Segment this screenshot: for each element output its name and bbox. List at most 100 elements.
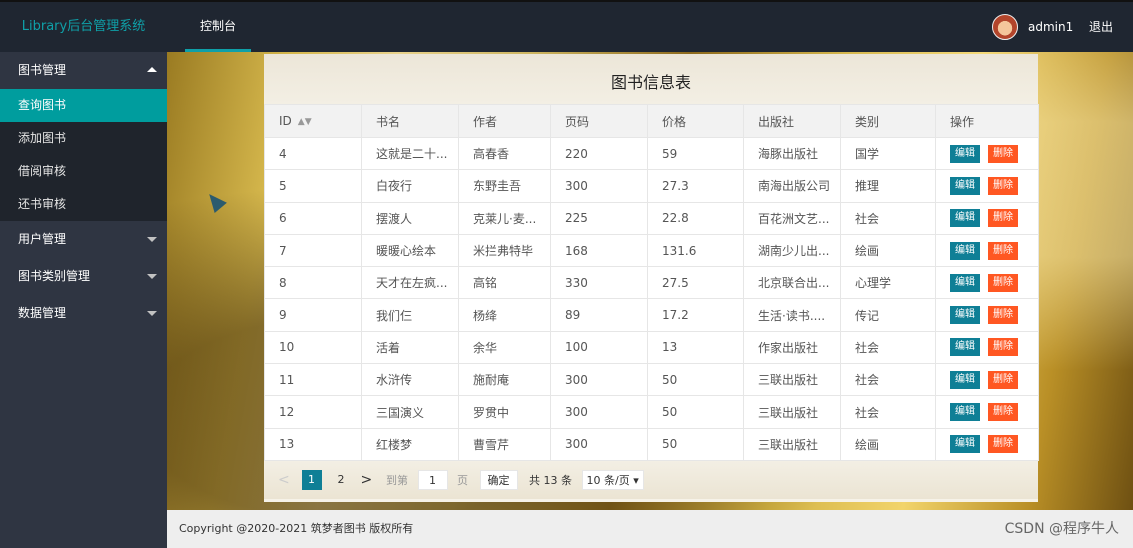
sidebar-group-category-management[interactable]: 图书类别管理 <box>0 258 167 295</box>
edit-button[interactable]: 编辑 <box>950 273 980 292</box>
delete-button[interactable]: 删除 <box>988 370 1018 389</box>
cell-actions: 编辑 删除 <box>935 169 1039 203</box>
column-header-title: 书名 <box>361 104 459 138</box>
delete-button[interactable]: 删除 <box>988 403 1018 422</box>
delete-button[interactable]: 删除 <box>988 209 1018 228</box>
edit-button[interactable]: 编辑 <box>950 306 980 325</box>
column-header-category: 类别 <box>840 104 936 138</box>
cell-title: 天才在左疯... <box>361 266 459 300</box>
book-table: ID ▲▼ 书名 作者 页码 价格 出版社 类别 操作 4 这就是二十... 高春香 2… <box>264 104 1039 461</box>
page-button-1[interactable]: 1 <box>301 469 322 490</box>
username[interactable]: admin1 <box>1028 2 1073 52</box>
table-title: 图书信息表 <box>264 54 1038 104</box>
cell-actions: 编辑 删除 <box>935 363 1039 397</box>
cell-actions: 编辑 删除 <box>935 136 1039 171</box>
cell-title: 白夜行 <box>361 169 459 203</box>
cell-title: 摆渡人 <box>361 201 459 235</box>
sidebar-group-data-management[interactable]: 数据管理 <box>0 295 167 332</box>
table-body: 4 这就是二十... 高春香 220 59 海豚出版社 国学 编辑 删除 5 白夜行 东野圭吾 300 2… <box>264 136 1039 461</box>
cell-author: 施耐庵 <box>458 363 551 397</box>
top-header: Library后台管理系统 控制台 admin1 退出 <box>0 0 1133 52</box>
sidebar-item-return-review[interactable]: 还书审核 <box>0 188 167 221</box>
cell-category: 传记 <box>840 298 936 332</box>
nav-dashboard[interactable]: 控制台 <box>185 2 252 52</box>
sidebar-item-query-books[interactable]: 查询图书 <box>0 89 167 122</box>
edit-button[interactable]: 编辑 <box>950 241 980 260</box>
delete-button[interactable]: 删除 <box>988 144 1018 163</box>
cell-author: 高春香 <box>458 136 551 171</box>
sidebar-item-borrow-review[interactable]: 借阅审核 <box>0 155 167 188</box>
edit-button[interactable]: 编辑 <box>950 403 980 422</box>
sidebar-group-label: 图书类别管理 <box>18 269 91 283</box>
table-row: 9 我们仨 杨绛 89 17.2 生活·读书.... 传记 编辑 删除 <box>264 298 1039 332</box>
table-row: 7 暖暖心绘本 米拦弗特毕 168 131.6 湖南少儿出... 绘画 编辑 删除 <box>264 233 1039 268</box>
edit-button[interactable]: 编辑 <box>950 338 980 357</box>
cell-actions: 编辑 删除 <box>935 266 1039 300</box>
edit-button[interactable]: 编辑 <box>950 176 980 195</box>
delete-button[interactable]: 删除 <box>988 273 1018 292</box>
sort-icon[interactable]: ▲▼ <box>298 117 312 127</box>
edit-button[interactable]: 编辑 <box>950 435 980 454</box>
next-page-button[interactable]: > <box>361 472 383 488</box>
cell-category: 社会 <box>840 395 936 429</box>
chevron-down-icon <box>147 274 157 279</box>
goto-page-input[interactable]: 1 <box>417 469 448 490</box>
edit-button[interactable]: 编辑 <box>950 370 980 389</box>
cell-id: 7 <box>264 233 362 268</box>
cell-author: 罗贯中 <box>458 395 551 429</box>
edit-button[interactable]: 编辑 <box>950 209 980 228</box>
cell-price: 27.5 <box>647 266 744 300</box>
delete-button[interactable]: 删除 <box>988 435 1018 454</box>
page-button-2[interactable]: 2 <box>331 470 351 490</box>
delete-button[interactable]: 删除 <box>988 338 1018 357</box>
cell-author: 曹雪芹 <box>458 427 551 461</box>
cell-id: 6 <box>264 201 362 235</box>
logout-button[interactable]: 退出 <box>1089 2 1133 52</box>
cell-title: 我们仨 <box>361 298 459 332</box>
sidebar-group-label: 数据管理 <box>18 306 67 320</box>
cell-author: 克莱儿·麦... <box>458 201 551 235</box>
prev-page-button[interactable]: < <box>278 472 298 488</box>
cell-actions: 编辑 删除 <box>935 330 1039 365</box>
cell-title: 暖暖心绘本 <box>361 233 459 268</box>
cell-pages: 300 <box>550 169 648 203</box>
user-area: admin1 退出 <box>991 2 1133 52</box>
app-logo[interactable]: Library后台管理系统 <box>0 2 167 52</box>
table-row: 6 摆渡人 克莱儿·麦... 225 22.8 百花洲文艺... 社会 编辑 删除 <box>264 201 1039 235</box>
column-header-id[interactable]: ID ▲▼ <box>264 104 362 138</box>
cell-price: 131.6 <box>647 233 744 268</box>
cell-title: 水浒传 <box>361 363 459 397</box>
cell-category: 推理 <box>840 169 936 203</box>
cell-publisher: 三联出版社 <box>743 427 841 461</box>
column-header-publisher: 出版社 <box>743 104 841 138</box>
chevron-down-icon <box>147 237 157 242</box>
cell-pages: 300 <box>550 363 648 397</box>
cell-title: 三国演义 <box>361 395 459 429</box>
cell-price: 17.2 <box>647 298 744 332</box>
delete-button[interactable]: 删除 <box>988 176 1018 195</box>
delete-button[interactable]: 删除 <box>988 306 1018 325</box>
cell-id: 13 <box>264 427 362 461</box>
edit-button[interactable]: 编辑 <box>950 144 980 163</box>
cell-title: 红楼梦 <box>361 427 459 461</box>
sidebar-group-user-management[interactable]: 用户管理 <box>0 221 167 258</box>
goto-confirm-button[interactable]: 确定 <box>479 469 518 490</box>
delete-button[interactable]: 删除 <box>988 241 1018 260</box>
cell-publisher: 三联出版社 <box>743 395 841 429</box>
cell-pages: 89 <box>550 298 648 332</box>
cell-price: 13 <box>647 330 744 365</box>
cell-actions: 编辑 删除 <box>935 298 1039 332</box>
sidebar-group-book-management[interactable]: 图书管理 <box>0 52 167 89</box>
cell-actions: 编辑 删除 <box>935 427 1039 461</box>
table-header-row: ID ▲▼ 书名 作者 页码 价格 出版社 类别 操作 <box>264 104 1039 138</box>
cell-publisher: 北京联合出... <box>743 266 841 300</box>
avatar[interactable] <box>991 14 1018 40</box>
page-size-select[interactable]: 10 条/页 ▾ <box>581 469 644 490</box>
cell-id: 9 <box>264 298 362 332</box>
sidebar-item-add-book[interactable]: 添加图书 <box>0 122 167 155</box>
chevron-down-icon <box>147 311 157 316</box>
sidebar: 图书管理 查询图书 添加图书 借阅审核 还书审核 用户管理 图书类别管理 数据管… <box>0 52 167 548</box>
footer: Copyright @2020-2021 筑梦者图书 版权所有 CSDN @程序… <box>167 510 1133 548</box>
goto-label: 到第 <box>386 473 408 487</box>
cell-pages: 225 <box>550 201 648 235</box>
